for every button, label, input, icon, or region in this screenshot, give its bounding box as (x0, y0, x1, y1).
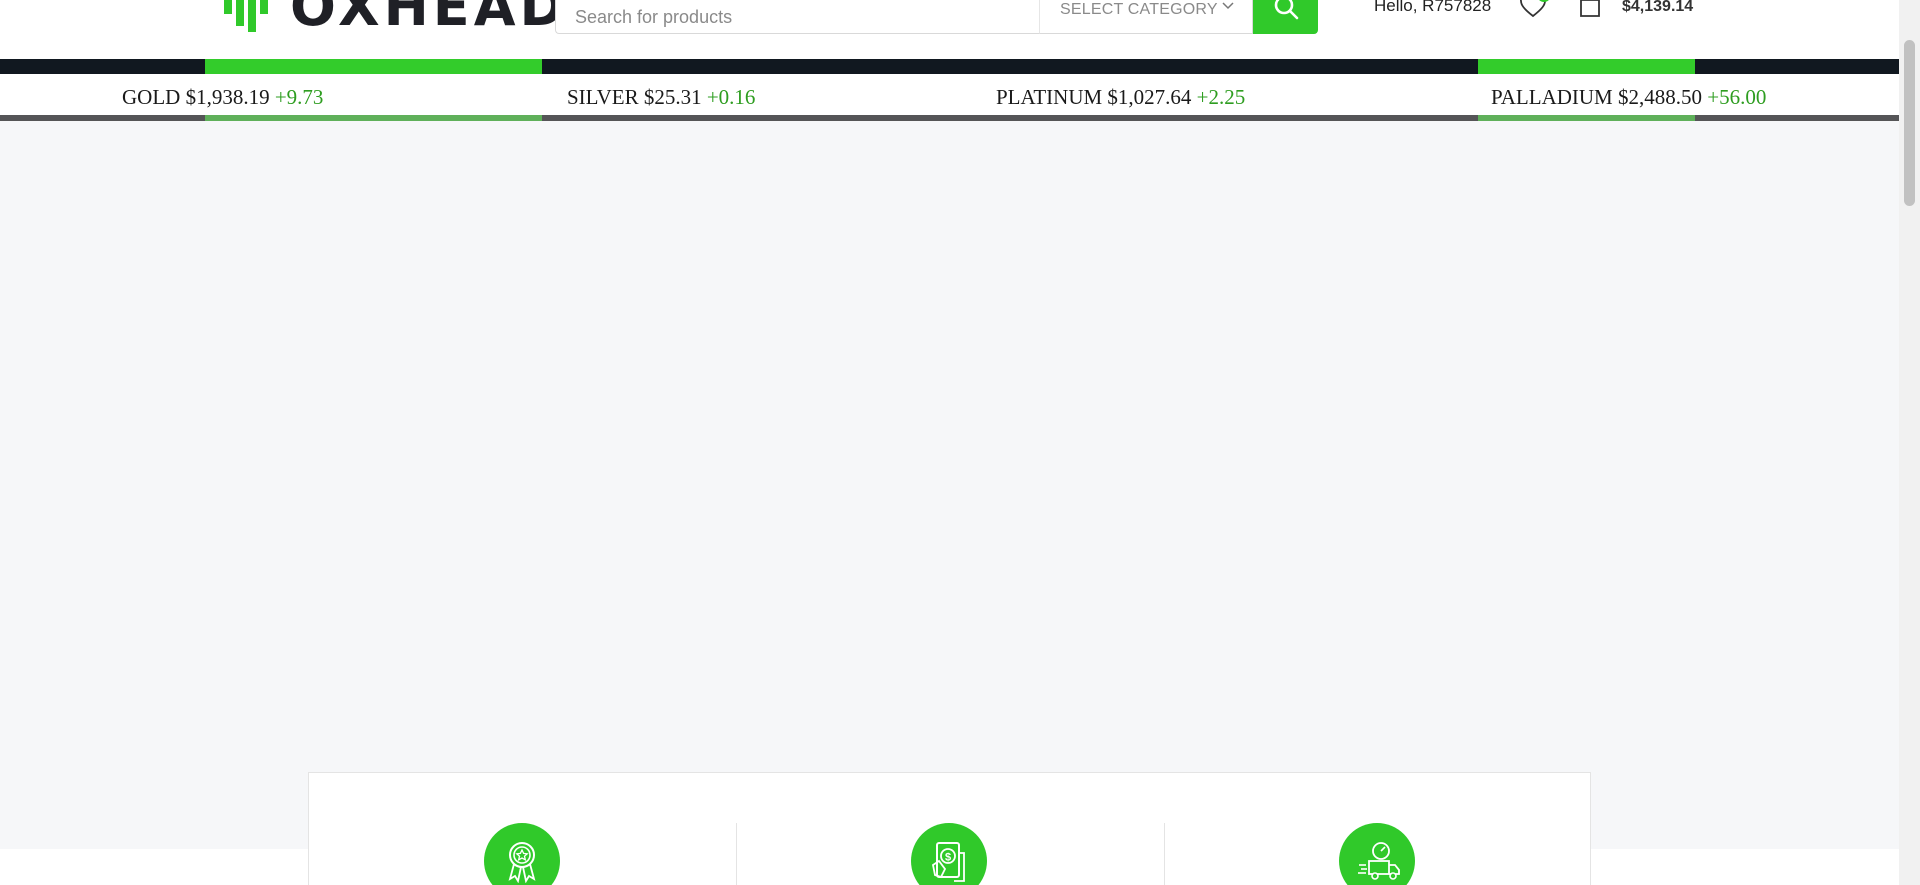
cart-button[interactable] (1578, 0, 1602, 18)
svg-text:$: $ (945, 852, 951, 864)
scrollbar-thumb[interactable] (1904, 40, 1915, 206)
ticker-price: $1,938.19 (185, 85, 270, 109)
search-form: SELECT CATEGORY (555, 0, 1318, 34)
main-content-area (0, 121, 1899, 849)
fast-delivery-truck-icon (1339, 823, 1415, 885)
features-panel: $ (308, 772, 1591, 885)
ticker-change: +0.16 (706, 85, 756, 109)
cash-payment-icon: $ (911, 823, 987, 885)
account-greeting-link[interactable]: Hello, R757828 (1374, 0, 1491, 16)
category-select-label: SELECT CATEGORY (1060, 1, 1218, 18)
search-button[interactable] (1253, 0, 1318, 34)
ticker-metal-name: GOLD (122, 85, 181, 109)
ticker-change: +56.00 (1707, 85, 1767, 109)
search-icon (1274, 0, 1299, 20)
ticker-accent-segment (1478, 59, 1695, 74)
page-scrollbar[interactable] (1899, 0, 1920, 885)
shopping-bag-icon (1580, 0, 1600, 17)
site-header: OXHEAD SELECT CATEGORY Hello, R757828 (0, 0, 1899, 59)
ticker-metal-name: PALLADIUM (1491, 85, 1613, 109)
ticker-price: $25.31 (643, 85, 702, 109)
ticker-change: +2.25 (1196, 85, 1246, 109)
ticker-accent-segment (205, 59, 542, 74)
ticker-item-palladium: PALLADIUM $2,488.50 +56.00 (1491, 85, 1766, 110)
logo[interactable]: OXHEAD (220, 0, 564, 36)
search-input[interactable] (555, 0, 1039, 34)
metals-price-ticker: GOLD $1,938.19 +9.73 SILVER $25.31 +0.16… (0, 59, 1899, 121)
ticker-metal-name: SILVER (567, 85, 639, 109)
cart-total[interactable]: $4,139.14 (1622, 0, 1693, 16)
ticker-item-gold: GOLD $1,938.19 +9.73 (122, 85, 323, 110)
chevron-down-icon (1222, 2, 1234, 10)
wishlist-button[interactable] (1520, 0, 1551, 18)
ticker-item-platinum: PLATINUM $1,027.64 +2.25 (996, 85, 1245, 110)
ticker-price: $2,488.50 (1617, 85, 1702, 109)
award-ribbon-icon (484, 823, 560, 885)
feature-divider (1164, 823, 1165, 885)
feature-divider (736, 823, 737, 885)
ticker-metal-name: PLATINUM (996, 85, 1103, 109)
ticker-price: $1,027.64 (1107, 85, 1192, 109)
logo-mark-icon (224, 0, 268, 32)
heart-icon (1520, 0, 1546, 18)
ticker-change: +9.73 (274, 85, 324, 109)
logo-text: OXHEAD (290, 0, 569, 38)
ticker-item-silver: SILVER $25.31 +0.16 (567, 85, 755, 110)
category-select[interactable]: SELECT CATEGORY (1039, 0, 1253, 34)
